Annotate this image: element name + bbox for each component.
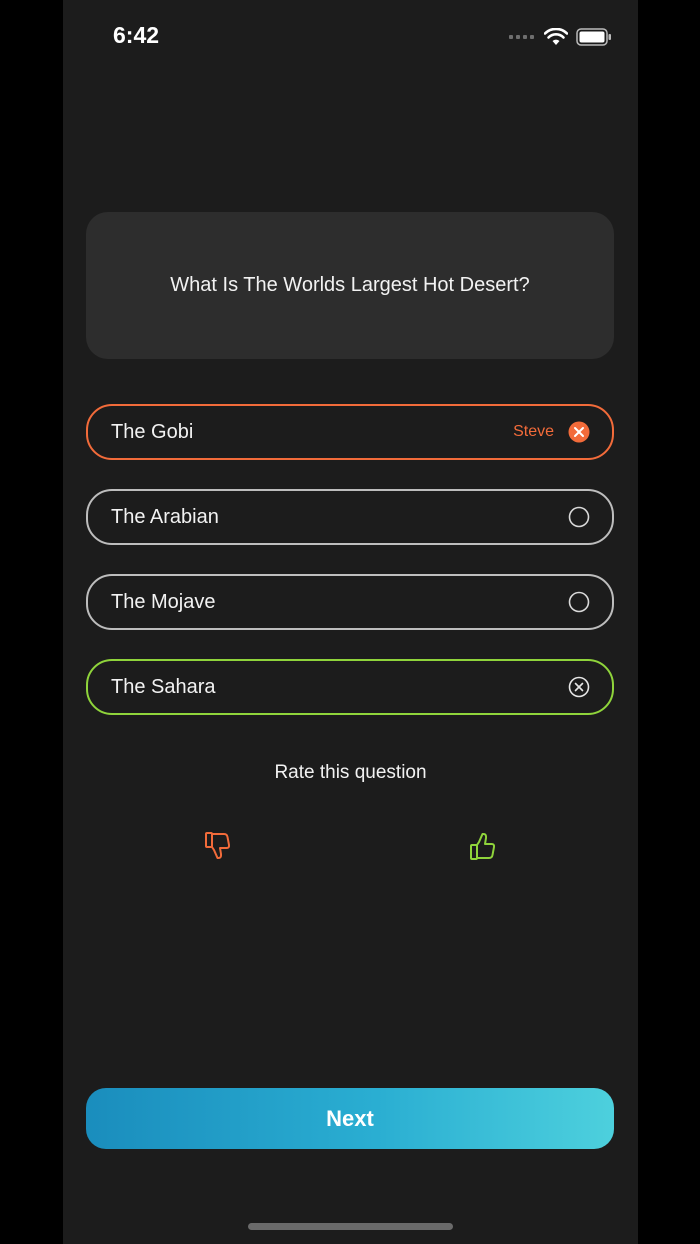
answer-option-gobi[interactable]: The Gobi Steve bbox=[86, 404, 614, 460]
radio-empty-icon bbox=[568, 506, 590, 528]
next-button[interactable]: Next bbox=[86, 1088, 614, 1149]
question-text: What Is The Worlds Largest Hot Desert? bbox=[170, 274, 530, 296]
rate-question-label: Rate this question bbox=[274, 762, 427, 783]
answer-label: The Arabian bbox=[111, 505, 219, 528]
x-circle-outline-icon bbox=[568, 676, 590, 698]
cellular-signal-icon bbox=[509, 35, 534, 39]
answer-label: The Gobi bbox=[111, 420, 194, 443]
thumbs-down-icon[interactable] bbox=[202, 830, 234, 862]
answer-option-arabian[interactable]: The Arabian bbox=[86, 489, 614, 545]
answer-option-mojave[interactable]: The Mojave bbox=[86, 574, 614, 630]
status-bar: 6:42 bbox=[63, 0, 638, 70]
wifi-icon bbox=[544, 28, 568, 45]
answer-label: The Sahara bbox=[111, 675, 216, 698]
question-card: What Is The Worlds Largest Hot Desert? bbox=[86, 212, 614, 359]
thumbs-up-icon[interactable] bbox=[467, 830, 499, 862]
picked-by-name: Steve bbox=[513, 423, 554, 440]
answer-label: The Mojave bbox=[111, 590, 216, 613]
answer-option-sahara[interactable]: The Sahara bbox=[86, 659, 614, 715]
status-icons bbox=[509, 26, 612, 48]
status-time: 6:42 bbox=[113, 22, 160, 48]
x-circle-filled-icon bbox=[568, 421, 590, 443]
battery-icon bbox=[576, 28, 611, 46]
radio-empty-icon bbox=[568, 591, 590, 613]
home-indicator[interactable] bbox=[248, 1223, 453, 1230]
quiz-screen: 6:42 What Is The Worlds Largest Hot Dese… bbox=[63, 0, 638, 1244]
